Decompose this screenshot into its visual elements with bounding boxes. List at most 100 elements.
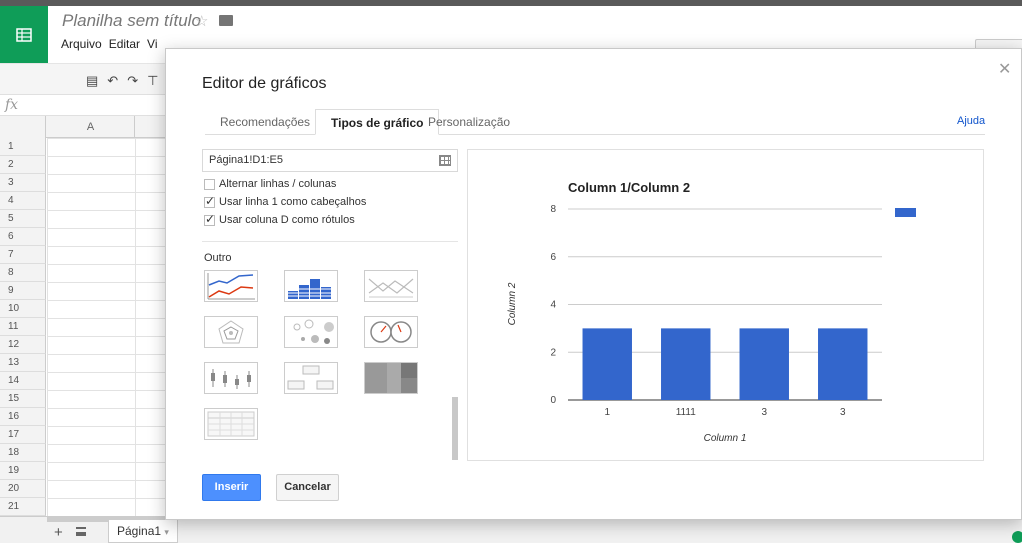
row-numbers: 1 2 3 4 5 6 7 8 9 10 11 12 13 14 15 16 1… bbox=[0, 138, 46, 516]
cancel-button[interactable]: Cancelar bbox=[276, 474, 339, 501]
option-label: Alternar linhas / colunas bbox=[219, 178, 337, 190]
checkbox[interactable] bbox=[204, 178, 215, 190]
row-header[interactable]: 15 bbox=[0, 390, 46, 408]
bar bbox=[661, 328, 711, 400]
data-range-input[interactable]: Página1!D1:E5 bbox=[202, 149, 458, 172]
gauge-chart-icon[interactable] bbox=[364, 316, 418, 348]
row-header[interactable]: 5 bbox=[0, 210, 46, 228]
close-icon[interactable]: ✕ bbox=[998, 59, 1011, 79]
redo-icon[interactable]: ↷ bbox=[127, 73, 138, 89]
row-header[interactable]: 9 bbox=[0, 282, 46, 300]
stepped-bar-chart-icon[interactable] bbox=[284, 270, 338, 302]
sheet-tab-pagina1[interactable]: Página1 ▾ bbox=[108, 520, 178, 543]
checkbox[interactable] bbox=[204, 194, 215, 208]
divider bbox=[202, 241, 458, 242]
row-header[interactable]: 3 bbox=[0, 174, 46, 192]
row-header[interactable]: 12 bbox=[0, 336, 46, 354]
undo-icon[interactable]: ↶ bbox=[107, 73, 118, 89]
cell-grid[interactable] bbox=[47, 138, 170, 516]
y-tick-label: 0 bbox=[550, 395, 556, 406]
window-top-strip bbox=[0, 0, 1022, 6]
sheets-grid-icon bbox=[16, 27, 32, 42]
row-header[interactable]: 6 bbox=[0, 228, 46, 246]
x-tick-label: 1111 bbox=[676, 407, 696, 418]
candlestick-chart-icon[interactable] bbox=[204, 362, 258, 394]
sheet-list-icon[interactable] bbox=[76, 527, 86, 536]
document-title[interactable]: Planilha sem título bbox=[62, 11, 201, 31]
paint-format-icon[interactable]: ⊤ bbox=[147, 73, 158, 89]
line-chart-icon[interactable] bbox=[204, 270, 258, 302]
option-switch-rows-columns[interactable]: Alternar linhas / colunas bbox=[204, 177, 336, 191]
menu-edit[interactable]: Editar bbox=[109, 37, 140, 51]
gallery-scrollbar[interactable] bbox=[452, 397, 458, 460]
select-range-icon[interactable] bbox=[439, 155, 451, 166]
row-header[interactable]: 21 bbox=[0, 498, 46, 516]
legend-swatch bbox=[895, 208, 916, 217]
y-tick-label: 2 bbox=[550, 347, 556, 358]
star-icon[interactable]: ☆ bbox=[195, 12, 208, 30]
row-header[interactable]: 4 bbox=[0, 192, 46, 210]
row-header[interactable]: 14 bbox=[0, 372, 46, 390]
bubble-chart-icon[interactable] bbox=[284, 316, 338, 348]
chart-type-gallery bbox=[204, 270, 444, 460]
dialog-tabs: Recomendações Tipos de gráfico Personali… bbox=[205, 109, 985, 135]
column-header-a[interactable]: A bbox=[47, 116, 135, 138]
row-header[interactable]: 18 bbox=[0, 444, 46, 462]
x-axis-label: Column 1 bbox=[704, 433, 747, 444]
x-tick-label: 3 bbox=[840, 407, 846, 418]
treemap-chart-icon[interactable] bbox=[364, 362, 418, 394]
checkbox[interactable] bbox=[204, 212, 215, 226]
folder-icon[interactable] bbox=[219, 15, 233, 26]
sheets-logo[interactable] bbox=[0, 6, 48, 63]
menu-bar: Arquivo Editar Vi bbox=[61, 37, 158, 51]
tab-personalizacao[interactable]: Personalização bbox=[413, 109, 525, 135]
menu-view[interactable]: Vi bbox=[147, 37, 157, 51]
org-chart-icon[interactable] bbox=[284, 362, 338, 394]
row-header[interactable]: 20 bbox=[0, 480, 46, 498]
row-header[interactable]: 16 bbox=[0, 408, 46, 426]
chart-title: Column 1/Column 2 bbox=[568, 180, 690, 195]
option-label: Usar coluna D como rótulos bbox=[219, 214, 355, 226]
radar-chart-icon[interactable] bbox=[204, 316, 258, 348]
bar bbox=[818, 328, 868, 400]
x-tick-label: 1 bbox=[604, 407, 610, 418]
help-link[interactable]: Ajuda bbox=[957, 115, 985, 127]
menu-file[interactable]: Arquivo bbox=[61, 37, 102, 51]
data-range-value: Página1!D1:E5 bbox=[209, 154, 283, 166]
row-header[interactable]: 7 bbox=[0, 246, 46, 264]
bar bbox=[739, 328, 789, 400]
row-header[interactable]: 13 bbox=[0, 354, 46, 372]
select-all-corner[interactable] bbox=[0, 116, 46, 138]
table-chart-icon[interactable] bbox=[204, 408, 258, 440]
tab-recomendacoes[interactable]: Recomendações bbox=[205, 109, 325, 135]
chevron-down-icon[interactable]: ▾ bbox=[164, 527, 169, 537]
insert-button[interactable]: Inserir bbox=[202, 474, 261, 501]
y-tick-label: 4 bbox=[550, 300, 556, 311]
row-header[interactable]: 19 bbox=[0, 462, 46, 480]
row-header[interactable]: 1 bbox=[0, 138, 46, 156]
y-axis-label: Column 2 bbox=[507, 282, 518, 325]
dialog-title: Editor de gráficos bbox=[202, 75, 327, 92]
add-sheet-icon[interactable]: + bbox=[54, 524, 63, 541]
option-use-column-d-labels[interactable]: Usar coluna D como rótulos bbox=[204, 212, 355, 227]
row-header[interactable]: 11 bbox=[0, 318, 46, 336]
row-header[interactable]: 10 bbox=[0, 300, 46, 318]
column-header-row: A bbox=[0, 116, 170, 138]
option-use-row1-headers[interactable]: Usar linha 1 como cabeçalhos bbox=[204, 194, 367, 209]
print-icon[interactable]: ▤ bbox=[86, 73, 98, 89]
sheet-tab-label: Página1 bbox=[117, 524, 162, 538]
row-header[interactable]: 2 bbox=[0, 156, 46, 174]
y-tick-label: 6 bbox=[550, 252, 556, 263]
chart-svg: 024681 1111 3 3 Column 1/Column 2 Column 1 … bbox=[507, 180, 916, 444]
chart-preview: 0 2 4 6 8 1 1111 3 3 Column 1/Column 2 Column 1 … bbox=[467, 149, 984, 461]
y-tick-label: 8 bbox=[550, 204, 556, 215]
row-header[interactable]: 8 bbox=[0, 264, 46, 282]
bar bbox=[582, 328, 632, 400]
chart-editor-dialog: Editor de gráficos ✕ Recomendações Tipos… bbox=[165, 48, 1022, 520]
status-indicator bbox=[1012, 531, 1022, 543]
section-label-outro: Outro bbox=[204, 252, 232, 264]
row-header[interactable]: 17 bbox=[0, 426, 46, 444]
area-line-chart-icon[interactable] bbox=[364, 270, 418, 302]
fx-icon: fx bbox=[5, 97, 19, 113]
option-label: Usar linha 1 como cabeçalhos bbox=[219, 196, 367, 208]
